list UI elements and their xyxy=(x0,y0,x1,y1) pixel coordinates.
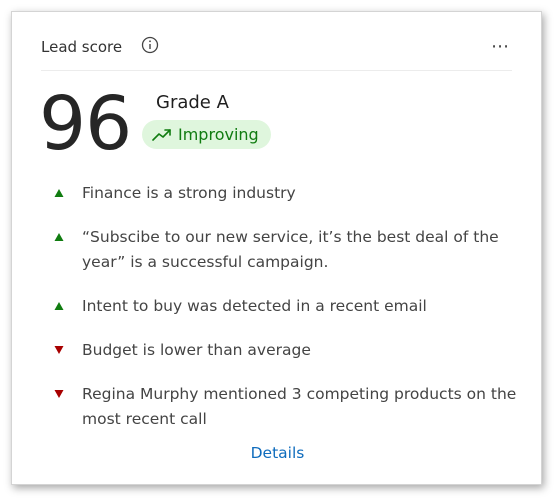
arrow-up-icon xyxy=(54,189,64,197)
factor-item: Budget is lower than average xyxy=(54,338,524,363)
factor-text: Finance is a strong industry xyxy=(82,184,296,202)
arrow-down-icon xyxy=(54,390,64,398)
info-icon[interactable] xyxy=(141,36,159,54)
arrow-up-icon xyxy=(54,233,64,241)
factor-text: Budget is lower than average xyxy=(82,341,311,359)
lead-grade: Grade A xyxy=(156,92,229,113)
lead-score-card: Lead score ⋯ 96 Grade A Improving Financ… xyxy=(11,11,542,485)
more-options-icon[interactable]: ⋯ xyxy=(491,36,510,57)
arrow-down-icon xyxy=(54,346,64,354)
trend-label: Improving xyxy=(178,125,259,144)
score-factors-list: Finance is a strong industry “Subscibe t… xyxy=(54,181,524,432)
factor-text: Intent to buy was detected in a recent e… xyxy=(82,297,427,315)
details-link[interactable]: Details xyxy=(12,444,543,462)
trending-up-icon xyxy=(152,128,171,141)
factor-text: Regina Murphy mentioned 3 competing prod… xyxy=(82,385,517,428)
factor-item: Intent to buy was detected in a recent e… xyxy=(54,294,524,319)
factor-item: “Subscibe to our new service, it’s the b… xyxy=(54,225,524,275)
card-title: Lead score xyxy=(41,38,123,56)
factor-text: “Subscibe to our new service, it’s the b… xyxy=(82,228,499,271)
card-header: Lead score ⋯ xyxy=(41,36,512,71)
arrow-up-icon xyxy=(54,302,64,310)
factor-item: Regina Murphy mentioned 3 competing prod… xyxy=(54,382,524,432)
lead-score-value: 96 xyxy=(39,81,132,167)
trend-badge: Improving xyxy=(142,120,271,149)
factor-item: Finance is a strong industry xyxy=(54,181,524,206)
